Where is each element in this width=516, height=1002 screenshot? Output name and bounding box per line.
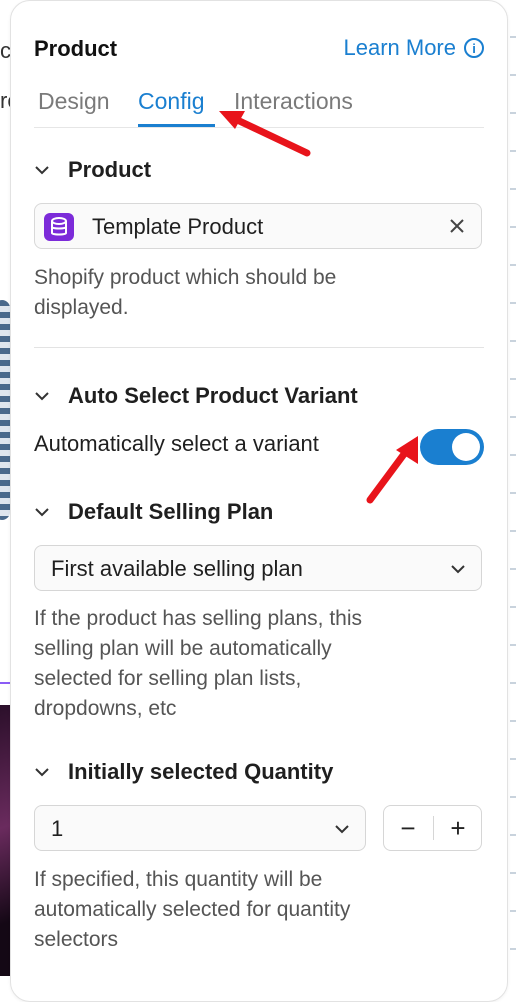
selected-value: First available selling plan	[51, 556, 303, 581]
section-title: Auto Select Product Variant	[68, 383, 358, 408]
selected-value: 1	[51, 816, 64, 841]
help-line: If the product has selling plans, this	[34, 607, 363, 630]
product-picker[interactable]: Template Product	[34, 203, 482, 249]
section-title: Default Selling Plan	[68, 499, 274, 524]
settings-panel: Product Learn More i Design Config Inter…	[10, 0, 508, 1002]
help-line: If specified, this quantity will be	[34, 868, 323, 891]
product-help-text: Shopify product which should be displaye…	[34, 263, 474, 323]
section-quantity-header[interactable]: Initially selected Quantity	[34, 759, 333, 785]
chevron-down-icon	[34, 764, 50, 780]
auto-select-toggle[interactable]	[420, 429, 484, 465]
panel-title: Product	[34, 36, 118, 61]
learn-more-link[interactable]: Learn More i	[343, 35, 484, 61]
help-line: displayed.	[34, 296, 129, 319]
tab-interactions[interactable]: Interactions	[234, 88, 353, 115]
toggle-label: Automatically select a variant	[34, 431, 319, 456]
learn-more-label: Learn More	[343, 35, 456, 60]
quantity-stepper: − +	[383, 805, 482, 851]
chevron-down-icon	[34, 162, 50, 178]
help-line: automatically selected for quantity	[34, 898, 351, 921]
help-line: dropdowns, etc	[34, 697, 177, 720]
info-icon: i	[464, 38, 484, 58]
chevron-down-icon	[34, 388, 50, 404]
help-line: selectors	[34, 928, 119, 951]
chevron-down-icon	[333, 820, 351, 838]
help-line: selling plan will be automatically	[34, 637, 332, 660]
close-icon[interactable]	[447, 216, 467, 236]
selling-plan-help-text: If the product has selling plans, this s…	[34, 604, 474, 724]
tab-bar: Design Config Interactions	[34, 85, 484, 128]
quantity-help-text: If specified, this quantity will be auto…	[34, 865, 474, 955]
increment-button[interactable]: +	[434, 806, 482, 850]
tab-design[interactable]: Design	[38, 88, 110, 115]
canvas-decoration	[0, 300, 10, 520]
chevron-down-icon	[449, 560, 467, 578]
section-product-header[interactable]: Product	[34, 157, 151, 183]
quantity-select[interactable]: 1	[34, 805, 366, 851]
help-line: selected for selling plan lists,	[34, 667, 302, 690]
tab-config[interactable]: Config	[138, 88, 204, 115]
divider	[34, 347, 484, 348]
toggle-knob	[452, 433, 480, 461]
decrement-button[interactable]: −	[384, 806, 432, 850]
canvas-right-edge	[510, 0, 516, 976]
section-selling-plan-header[interactable]: Default Selling Plan	[34, 499, 273, 525]
help-line: Shopify product which should be	[34, 266, 337, 289]
selling-plan-select[interactable]: First available selling plan	[34, 545, 482, 591]
database-icon	[44, 213, 74, 241]
chevron-down-icon	[34, 504, 50, 520]
panel-header: Product Learn More i	[34, 33, 484, 67]
section-auto-select-header[interactable]: Auto Select Product Variant	[34, 383, 358, 409]
active-tab-indicator	[138, 124, 215, 127]
section-title: Initially selected Quantity	[68, 759, 334, 784]
product-name: Template Product	[92, 214, 264, 239]
section-title: Product	[68, 157, 152, 182]
